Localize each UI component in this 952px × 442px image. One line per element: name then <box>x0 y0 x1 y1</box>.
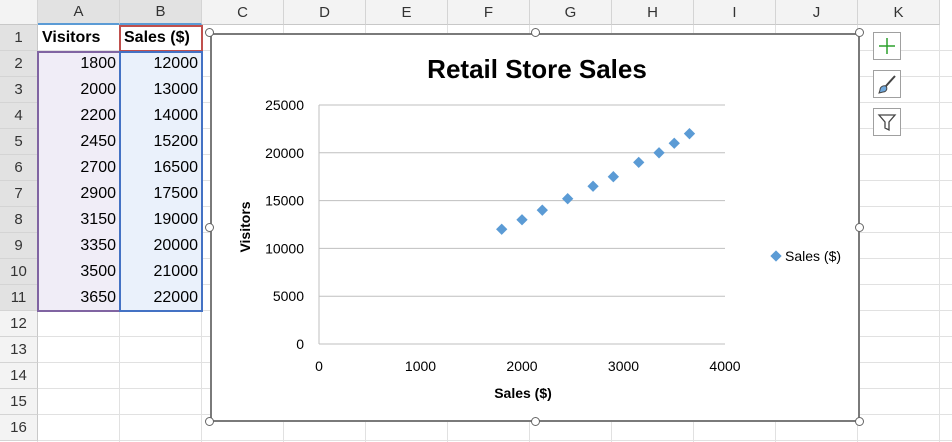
data-point[interactable] <box>496 223 508 235</box>
column-header-k[interactable]: K <box>858 0 940 25</box>
row-header-10[interactable]: 10 <box>0 259 38 285</box>
y-tick-label: 5000 <box>273 288 304 304</box>
row-header-14[interactable]: 14 <box>0 363 38 389</box>
cell-sales[interactable]: 15200 <box>120 129 202 155</box>
cell-visitors[interactable]: 2000 <box>38 77 120 103</box>
data-point[interactable] <box>653 147 665 159</box>
row-header-11[interactable]: 11 <box>0 285 38 311</box>
resize-handle-top[interactable] <box>531 28 540 37</box>
cell-visitors[interactable]: 3500 <box>38 259 120 285</box>
cell-visitors[interactable]: 3150 <box>38 207 120 233</box>
row-header-2[interactable]: 2 <box>0 51 38 77</box>
cell-visitors[interactable]: 2700 <box>38 155 120 181</box>
cell-sales[interactable]: 21000 <box>120 259 202 285</box>
row-header-9[interactable]: 9 <box>0 233 38 259</box>
cell-a1-visitors[interactable]: Visitors <box>38 25 120 51</box>
column-header-c[interactable]: C <box>202 0 284 25</box>
cell-sales[interactable]: 17500 <box>120 181 202 207</box>
resize-handle-bottom-left[interactable] <box>205 417 214 426</box>
select-all-corner[interactable] <box>0 0 38 25</box>
y-tick-label: 20000 <box>265 145 304 161</box>
cell-visitors[interactable]: 2450 <box>38 129 120 155</box>
data-point[interactable] <box>607 171 620 183</box>
x-tick-label: 2000 <box>506 358 537 374</box>
row-header-1[interactable]: 1 <box>0 25 38 51</box>
data-point[interactable] <box>668 137 680 149</box>
plus-icon <box>879 38 895 54</box>
column-header-h[interactable]: H <box>612 0 694 25</box>
cell-sales[interactable]: 22000 <box>120 285 202 311</box>
row-header-13[interactable]: 13 <box>0 337 38 363</box>
chart-title: Retail Store Sales <box>427 54 647 84</box>
column-header-a[interactable]: A <box>38 0 120 25</box>
filter-icon <box>877 114 897 132</box>
brush-icon <box>878 75 896 94</box>
cell-visitors[interactable]: 2200 <box>38 103 120 129</box>
row-header-4[interactable]: 4 <box>0 103 38 129</box>
resize-handle-right[interactable] <box>855 223 864 232</box>
column-header-g[interactable]: G <box>530 0 612 25</box>
chart-styles-button[interactable] <box>873 70 901 98</box>
chart-filters-button[interactable] <box>873 108 901 136</box>
resize-handle-bottom[interactable] <box>531 417 540 426</box>
row-header-6[interactable]: 6 <box>0 155 38 181</box>
row-header-12[interactable]: 12 <box>0 311 38 337</box>
legend-label: Sales ($) <box>785 248 841 264</box>
cell-sales[interactable]: 12000 <box>120 51 202 77</box>
legend: Sales ($) <box>770 248 841 264</box>
cell-sales[interactable]: 13000 <box>120 77 202 103</box>
y-axis-label: Visitors <box>237 201 253 252</box>
column-header-j[interactable]: J <box>776 0 858 25</box>
cell-sales[interactable]: 14000 <box>120 103 202 129</box>
row-header-3[interactable]: 3 <box>0 77 38 103</box>
legend-marker <box>770 250 782 262</box>
y-tick-label: 25000 <box>265 97 304 113</box>
chart-elements-button[interactable] <box>873 32 901 60</box>
cell-sales[interactable]: 16500 <box>120 155 202 181</box>
cell-sales[interactable]: 19000 <box>120 207 202 233</box>
column-header-f[interactable]: F <box>448 0 530 25</box>
x-tick-label: 3000 <box>608 358 639 374</box>
column-header-b[interactable]: B <box>120 0 202 25</box>
column-header-e[interactable]: E <box>366 0 448 25</box>
resize-handle-bottom-right[interactable] <box>855 417 864 426</box>
data-point[interactable] <box>587 180 599 192</box>
cell-b1-sales[interactable]: Sales ($) <box>120 25 202 51</box>
scatter-chart: Retail Store Sales 050001000015000200002… <box>237 54 841 401</box>
data-point[interactable] <box>562 193 574 205</box>
cell-visitors[interactable]: 3650 <box>38 285 120 311</box>
x-axis-label: Sales ($) <box>494 385 552 401</box>
x-tick-label: 1000 <box>405 358 436 374</box>
resize-handle-top-right[interactable] <box>855 28 864 37</box>
cell-visitors[interactable]: 3350 <box>38 233 120 259</box>
row-header-16[interactable]: 16 <box>0 415 38 441</box>
row-header-15[interactable]: 15 <box>0 389 38 415</box>
data-point[interactable] <box>536 204 548 216</box>
resize-handle-left[interactable] <box>205 223 214 232</box>
y-tick-label: 0 <box>296 336 304 352</box>
data-point[interactable] <box>633 156 645 169</box>
cell-sales[interactable]: 20000 <box>120 233 202 259</box>
column-header-d[interactable]: D <box>284 0 366 25</box>
cell-visitors[interactable]: 1800 <box>38 51 120 77</box>
row-header-8[interactable]: 8 <box>0 207 38 233</box>
row-header-7[interactable]: 7 <box>0 181 38 207</box>
y-tick-label: 15000 <box>265 193 304 209</box>
x-tick-label: 0 <box>315 358 323 374</box>
y-tick-label: 10000 <box>265 240 304 256</box>
data-point[interactable] <box>683 128 696 140</box>
resize-handle-top-left[interactable] <box>205 28 214 37</box>
chart-area[interactable]: Retail Store Sales 0 5000 10000 15000 20000 2… <box>210 33 860 422</box>
x-tick-label: 4000 <box>709 358 740 374</box>
data-point[interactable] <box>516 214 528 226</box>
cell-visitors[interactable]: 2900 <box>38 181 120 207</box>
row-header-5[interactable]: 5 <box>0 129 38 155</box>
column-header-i[interactable]: I <box>694 0 776 25</box>
